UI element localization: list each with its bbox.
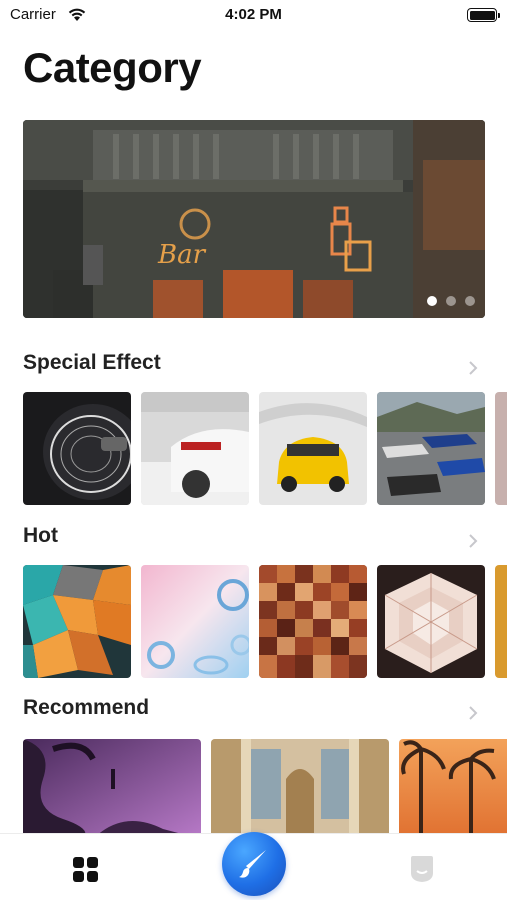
tab-bar [0, 832, 507, 900]
thumbnail-card[interactable] [23, 565, 131, 678]
carousel-dot[interactable] [427, 296, 437, 306]
hot-row[interactable] [23, 565, 507, 678]
svg-text:Bar: Bar [157, 240, 207, 270]
thumbnail-image [495, 565, 507, 678]
battery-icon [467, 8, 500, 22]
carousel-dots[interactable] [427, 296, 475, 306]
thumbnail-image [141, 392, 249, 505]
thumbnail-card[interactable] [211, 739, 389, 834]
thumbnail-card[interactable] [399, 739, 507, 834]
thumbnail-card[interactable] [23, 739, 201, 834]
section-title-recommend: Recommend [23, 696, 150, 719]
chevron-right-icon[interactable] [466, 359, 480, 377]
clock: 4:02 PM [225, 6, 282, 23]
section-title-special-effect: Special Effect [23, 351, 161, 374]
thumbnail-card[interactable] [259, 392, 367, 505]
thumbnail-image [141, 565, 249, 678]
carousel-dot[interactable] [446, 296, 456, 306]
carousel-dot[interactable] [465, 296, 475, 306]
thumbnail-image [259, 392, 367, 505]
thumbnail-card[interactable] [259, 565, 367, 678]
thumbnail-card[interactable] [495, 565, 507, 678]
thumbnail-card[interactable] [141, 565, 249, 678]
create-button[interactable] [222, 832, 286, 896]
thumbnail-card[interactable] [377, 392, 485, 505]
thumbnail-image [399, 739, 507, 834]
thumbnail-image [211, 739, 389, 834]
thumbnail-card[interactable] [141, 392, 249, 505]
thumbnail-image [23, 739, 201, 834]
chevron-right-icon[interactable] [466, 704, 480, 722]
thumbnail-image [23, 565, 131, 678]
banner-image: Bar [23, 120, 485, 318]
page-title: Category [23, 44, 202, 91]
status-bar: Carrier 4:02 PM [0, 0, 507, 32]
thumbnail-image [495, 392, 507, 505]
thumbnail-card[interactable] [23, 392, 131, 505]
chevron-right-icon[interactable] [466, 532, 480, 550]
brush-icon [239, 850, 266, 878]
special-effect-row[interactable] [23, 392, 507, 505]
thumbnail-image [377, 392, 485, 505]
thumbnail-image [377, 565, 485, 678]
section-title-hot: Hot [23, 524, 58, 547]
banner-carousel[interactable]: Bar [23, 120, 485, 318]
grid-icon[interactable] [73, 857, 99, 883]
recommend-row[interactable] [23, 739, 507, 834]
thumbnail-card[interactable] [377, 565, 485, 678]
thumbnail-image [259, 565, 367, 678]
profile-icon[interactable] [409, 855, 435, 883]
thumbnail-image [23, 392, 131, 505]
thumbnail-card[interactable] [495, 392, 507, 505]
